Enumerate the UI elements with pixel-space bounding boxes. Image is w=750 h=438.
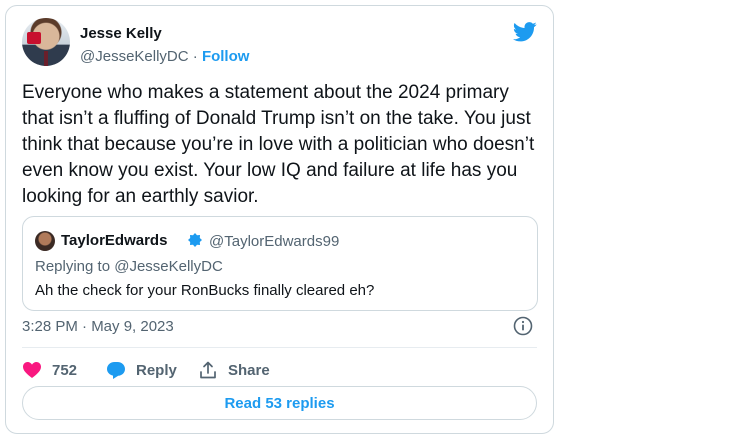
share-label: Share (228, 361, 270, 379)
share-icon (200, 361, 216, 379)
quoted-author-handle[interactable]: @TaylorEdwards99 (209, 233, 339, 250)
verified-badge-icon (188, 233, 202, 247)
quoted-tweet[interactable]: TaylorEdwards @TaylorEdwards99 Replying … (22, 216, 538, 311)
author-name[interactable]: Jesse Kelly (80, 25, 162, 42)
replying-to-line: Replying to @JesseKellyDC (35, 258, 223, 275)
reply-label: Reply (136, 361, 177, 379)
avatar-logo-badge (27, 32, 41, 44)
tweet-header: Jesse Kelly @JesseKellyDC · Follow (22, 18, 537, 70)
author-handle-line: @JesseKellyDC · Follow (80, 48, 249, 65)
reply-bubble-icon (107, 362, 125, 379)
divider (22, 347, 537, 348)
like-button[interactable]: 752 (22, 356, 77, 384)
handle-separator: · (192, 48, 198, 65)
quoted-tweet-text: Ah the check for your RonBucks finally c… (35, 282, 375, 299)
heart-icon (23, 362, 41, 378)
twitter-bird-icon[interactable] (513, 22, 537, 42)
like-count: 752 (52, 361, 78, 379)
author-avatar[interactable] (22, 18, 70, 66)
tweet-embed-card: Jesse Kelly @JesseKellyDC · Follow Every… (5, 5, 554, 434)
quoted-author-avatar[interactable] (35, 231, 55, 251)
reply-button[interactable]: Reply (106, 356, 177, 384)
follow-link[interactable]: Follow (202, 48, 250, 65)
share-button[interactable]: Share (198, 356, 270, 384)
avatar-tie (44, 51, 48, 66)
tweet-timestamp[interactable]: 3:28 PM · May 9, 2023 (22, 318, 174, 335)
info-icon[interactable] (513, 316, 533, 336)
tweet-actions: 752 Reply Share (22, 356, 537, 384)
quoted-author-name[interactable]: TaylorEdwards (61, 232, 167, 249)
read-replies-button[interactable]: Read 53 replies (22, 386, 537, 420)
author-handle[interactable]: @JesseKellyDC (80, 48, 189, 65)
tweet-text: Everyone who makes a statement about the… (22, 82, 535, 207)
